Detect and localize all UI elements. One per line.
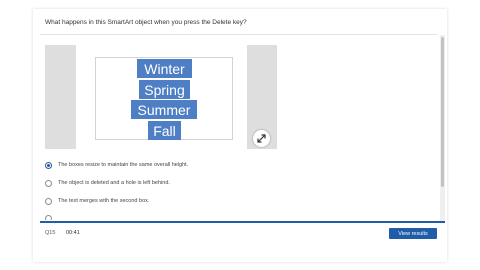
divider — [40, 34, 437, 35]
answer-label: The object is deleted and a hole is left… — [58, 180, 170, 186]
answer-label: The boxes resize to maintain the same ov… — [58, 162, 189, 168]
answer-option-1[interactable]: The boxes resize to maintain the same ov… — [45, 160, 188, 170]
expand-arrows-icon[interactable] — [253, 130, 270, 147]
answer-label: The text merges with the second box. — [58, 198, 150, 204]
footer-bar — [40, 223, 445, 242]
question-number: Q15 — [45, 230, 56, 236]
smartart-box-summer: Summer — [131, 100, 197, 119]
timer: 00:41 — [66, 230, 80, 236]
view-results-button[interactable]: View results — [389, 228, 437, 239]
question-text: What happens in this SmartArt object whe… — [45, 19, 247, 26]
answer-option-3[interactable]: The text merges with the second box. — [45, 196, 149, 206]
footer-divider — [40, 221, 445, 223]
radio-icon[interactable] — [45, 179, 52, 187]
answer-option-2[interactable]: The object is deleted and a hole is left… — [45, 178, 170, 188]
radio-selected-icon[interactable] — [45, 161, 52, 169]
scrollbar-thumb[interactable] — [441, 37, 444, 187]
answer-option-4-partial[interactable] — [45, 212, 58, 220]
smartart-box-fall: Fall — [148, 121, 181, 140]
radio-icon[interactable] — [45, 215, 52, 220]
smartart-box-spring: Spring — [139, 80, 190, 99]
smartart-box-winter: Winter — [137, 59, 192, 78]
radio-icon[interactable] — [45, 197, 52, 205]
